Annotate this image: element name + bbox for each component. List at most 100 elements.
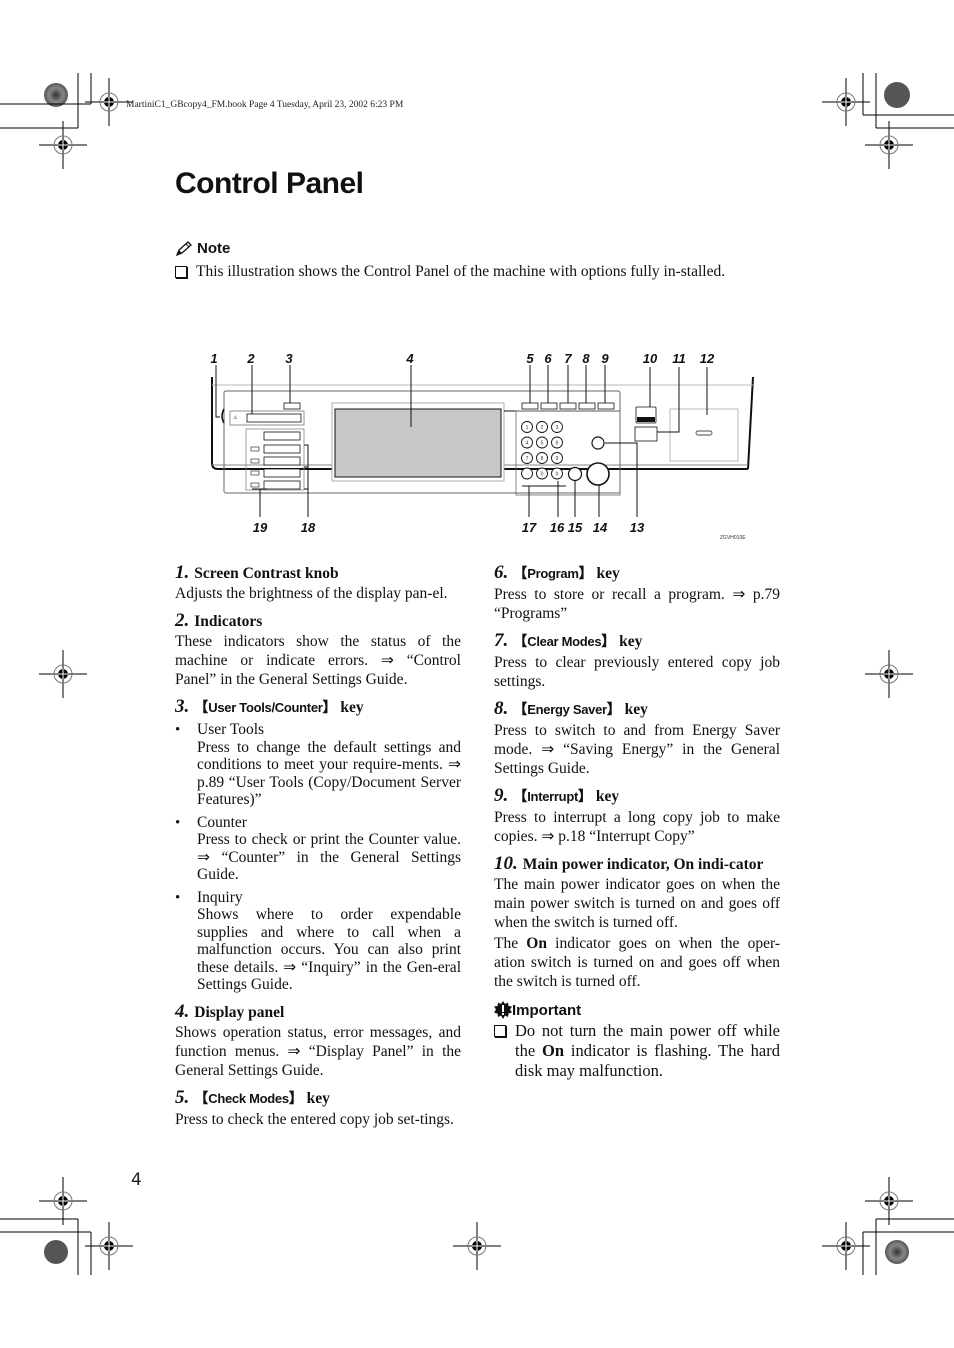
- function-key: [263, 480, 301, 490]
- bracket-close: 】: [578, 566, 593, 582]
- item-heading: 6. 【Program】 key: [494, 563, 780, 584]
- control-panel-illustration: 1 2 3 4 5 6 7 8 9 10 11 12 19 18 17 16 15 14 13 ⚠ 1 2 34 5 67…: [210, 351, 754, 541]
- callout-label: 14: [593, 520, 608, 535]
- description-item: 8. 【Energy Saver】 key Press to switch to a…: [494, 699, 780, 778]
- callout-label: 19: [253, 520, 268, 535]
- bullet-description: Shows where to order expendable supplies…: [197, 906, 461, 993]
- key-suffix: key: [624, 701, 648, 718]
- bullet-icon: •: [175, 814, 181, 831]
- important-text: Do not turn the main power off while the…: [515, 1021, 780, 1080]
- key-suffix: key: [596, 565, 620, 582]
- callout-label: 6: [544, 351, 552, 366]
- bracket-close: 】: [578, 789, 592, 805]
- callout-label: 4: [405, 351, 414, 366]
- description-item: 4. Display panel Shows operation status, e…: [175, 1002, 461, 1080]
- item-heading: 10. Main power indicator, On indi-cator: [494, 854, 780, 874]
- bullet-label: User Tools: [197, 721, 265, 738]
- start-key: [586, 462, 610, 486]
- key-name: Energy Saver: [527, 702, 607, 717]
- key-suffix: key: [619, 633, 643, 650]
- registration-mark-icon: [38, 649, 88, 699]
- svg-text:0: 0: [541, 471, 544, 477]
- item-number: 2.: [175, 610, 190, 631]
- item-number: 10.: [494, 853, 518, 874]
- rosette-bottom-right-icon: [885, 1240, 909, 1264]
- svg-text:3: 3: [556, 425, 559, 431]
- energy-saver-key: [578, 402, 596, 410]
- description-item: 5. 【Check Modes】 key Press to check the en…: [175, 1088, 461, 1129]
- description-item: 9. 【Interrupt】 key Press to interrupt a lo…: [494, 786, 780, 846]
- function-key: [263, 468, 301, 478]
- registration-mark-icon: [84, 1221, 134, 1271]
- callout-label: 3: [285, 351, 293, 366]
- box-bullet-icon: [494, 1025, 506, 1037]
- display-panel: [334, 408, 502, 478]
- clear-modes-key: [559, 402, 577, 410]
- callout-label: 15: [568, 520, 583, 535]
- keypad-key: 2: [536, 421, 548, 433]
- important-badge-icon: [494, 1001, 512, 1019]
- description-item: 10. Main power indicator, On indi-cator Th…: [494, 854, 780, 991]
- bracket-close: 】: [606, 702, 621, 718]
- important-heading: Important: [494, 1001, 780, 1019]
- item-number: 9.: [494, 785, 509, 806]
- bullet-item: • User Tools Press to change the default s…: [175, 721, 461, 809]
- bullet-item: • Inquiry Shows where to order expendable …: [175, 889, 461, 994]
- right-column: 6. 【Program】 key Press to store or recall …: [494, 563, 780, 1081]
- item-title: Screen Contrast knob: [194, 565, 339, 582]
- item-description: Press to check the entered copy job set-…: [175, 1110, 454, 1128]
- callout-label: 2: [246, 351, 255, 366]
- item-description: Adjusts the brightness of the display pa…: [175, 585, 448, 602]
- item-description: Shows operation status, error messages, …: [175, 1023, 461, 1079]
- box-bullet-icon: [175, 266, 187, 278]
- emphasis: On: [526, 935, 547, 952]
- bracket-close: 】: [322, 700, 337, 716]
- item-title: Indicators: [194, 613, 263, 630]
- check-modes-key: [521, 402, 539, 410]
- item-number: 5.: [175, 1086, 190, 1108]
- description-item: 1. Screen Contrast knob Adjusts the bright…: [175, 563, 461, 603]
- bullet-icon: •: [175, 722, 181, 738]
- bracket-open: 【: [194, 700, 209, 716]
- sample-copy-key: [591, 436, 605, 450]
- note-text: This illustration shows the Control Pane…: [196, 263, 726, 280]
- callout-label: 13: [630, 520, 645, 535]
- panel-right-edge: [747, 376, 754, 470]
- note-body: This illustration shows the Control Pane…: [175, 262, 785, 281]
- item-number: 3.: [175, 696, 190, 717]
- key-suffix: key: [340, 699, 364, 716]
- keypad-key: #: [551, 467, 563, 480]
- bullet-text: User Tools Press to change the default se…: [197, 721, 461, 809]
- key-suffix: key: [306, 1089, 330, 1107]
- registration-mark-icon: [864, 649, 914, 699]
- key-name: Clear Modes: [527, 634, 602, 649]
- clear-stop-key: [567, 466, 583, 482]
- important-body: Do not turn the main power off while the…: [494, 1021, 780, 1081]
- rosette-top-right-icon: [884, 82, 910, 108]
- svg-text:9: 9: [556, 456, 559, 462]
- bracket-open: 【: [513, 702, 528, 718]
- item-title: Display panel: [194, 1003, 285, 1021]
- bullet-label: Inquiry: [197, 888, 243, 906]
- bracket-open: 【: [513, 566, 528, 582]
- key-name: User Tools/Counter: [208, 700, 323, 715]
- svg-text:6: 6: [556, 440, 559, 446]
- bullet-label: Counter: [197, 813, 247, 831]
- bracket-open: 【: [194, 1090, 209, 1107]
- callout-label: 16: [550, 520, 565, 535]
- item-description: The main power indicator goes on when th…: [494, 876, 780, 931]
- callout-label: 5: [526, 351, 534, 366]
- keypad-key: 3: [551, 421, 563, 433]
- keypad-key: 5: [536, 436, 548, 449]
- rosette-top-left-icon: [44, 83, 68, 107]
- user-tools-counter-key: [283, 402, 301, 410]
- description-item: 2. Indicators These indicators show the st…: [175, 611, 461, 689]
- item-title: Main power indicator, On indi-cator: [522, 856, 764, 873]
- bullet-text: Inquiry Shows where to order expendable s…: [197, 889, 461, 994]
- svg-text:#: #: [556, 471, 559, 477]
- keypad-key: 7: [521, 452, 533, 464]
- callout-label: 11: [672, 351, 686, 366]
- pencil-icon: [175, 240, 192, 256]
- bracket-open: 【: [513, 789, 528, 805]
- keypad-key: 9: [551, 452, 563, 464]
